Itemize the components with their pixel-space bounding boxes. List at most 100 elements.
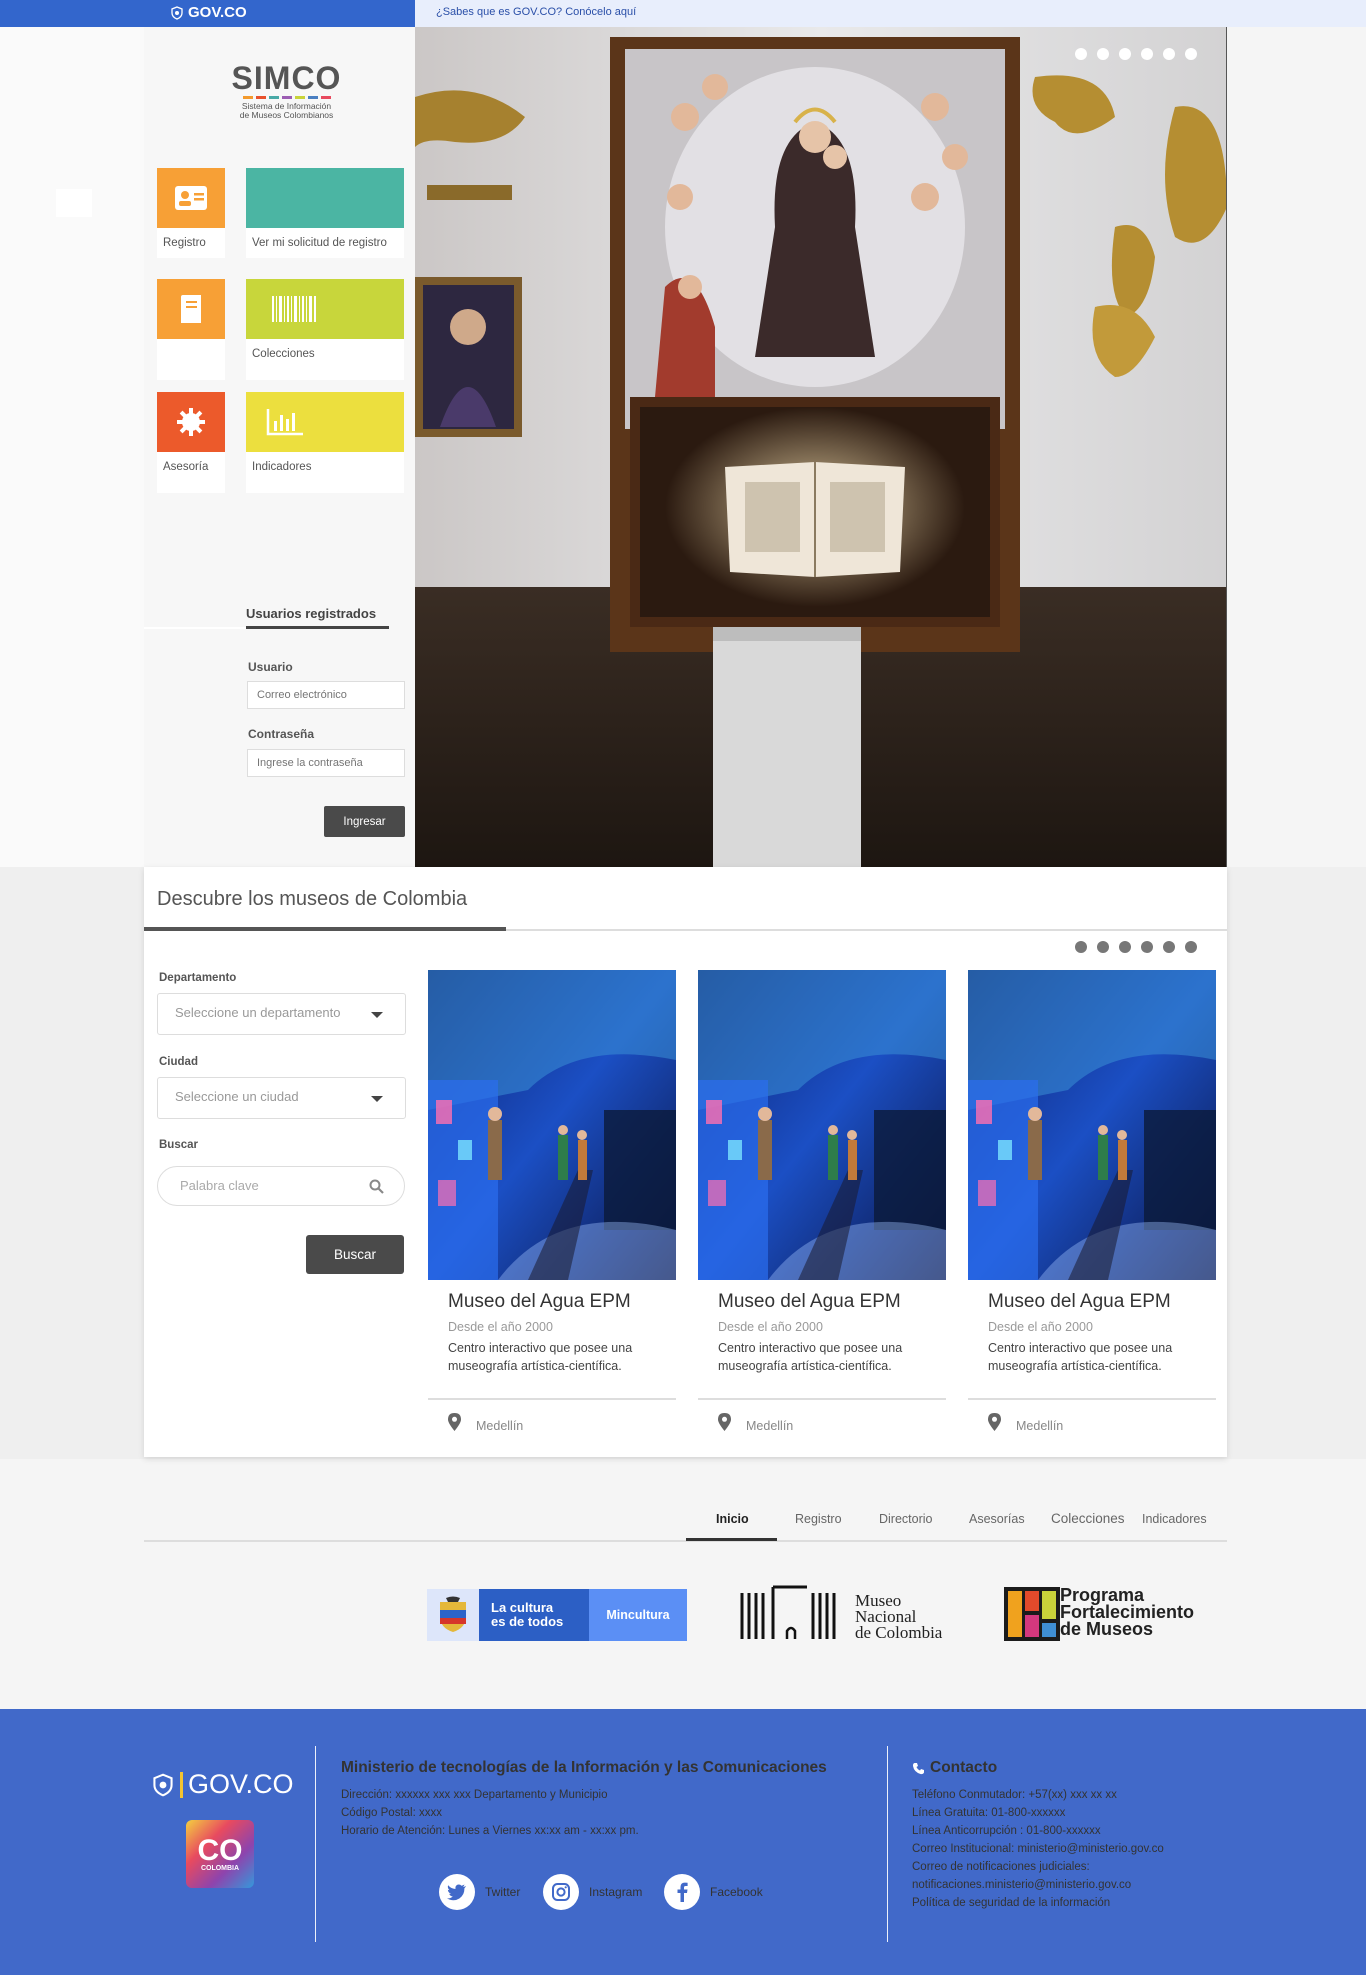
twitter-link[interactable]: Twitter bbox=[439, 1874, 520, 1910]
tile-top bbox=[157, 168, 225, 228]
museo-line3: de Colombia bbox=[855, 1623, 943, 1642]
contact-line[interactable]: notificaciones.ministerio@ministerio.gov… bbox=[912, 1876, 1131, 1894]
tile-top bbox=[246, 168, 404, 228]
museum-name[interactable]: Museo del Agua EPM bbox=[448, 1291, 631, 1313]
co-brand-text: CO bbox=[197, 1833, 243, 1867]
pagination-dot[interactable] bbox=[1075, 48, 1087, 60]
contact-line: Línea Anticorrupción : 01-800-xxxxxx bbox=[912, 1825, 1101, 1837]
login-tab[interactable]: Usuarios registrados bbox=[246, 606, 376, 621]
search-icon bbox=[369, 1179, 384, 1194]
gov-logo-text: GOV.CO bbox=[188, 4, 247, 21]
id-card-icon bbox=[175, 186, 207, 210]
museum-city: Medellín bbox=[746, 1419, 794, 1433]
twitter-label: Twitter bbox=[485, 1885, 521, 1899]
pagination-dot[interactable] bbox=[1163, 48, 1175, 60]
museum-card-divider bbox=[428, 1398, 676, 1400]
instagram-link[interactable]: Instagram bbox=[543, 1874, 642, 1910]
pagination-dot[interactable] bbox=[1119, 48, 1131, 60]
ministry-title: Ministerio de tecnologías de la Informac… bbox=[341, 1759, 827, 1776]
nav-inicio[interactable]: Inicio bbox=[716, 1512, 749, 1526]
simco-bar bbox=[255, 96, 266, 99]
pagination-dot[interactable] bbox=[1075, 941, 1087, 953]
facebook-link[interactable]: Facebook bbox=[664, 1874, 763, 1910]
pagination-dot[interactable] bbox=[1185, 48, 1197, 60]
department-label: Departamento bbox=[159, 972, 237, 984]
gov-info-link[interactable]: ¿Sabes que es GOV.CO? Conócelo aquí bbox=[436, 6, 636, 18]
programa-fortalecimiento-logo[interactable]: Programa Fortalecimiento de Museos bbox=[1004, 1586, 1204, 1643]
museum-description: Centro interactivo que posee una museogr… bbox=[988, 1341, 1173, 1373]
pagination-dot[interactable] bbox=[1119, 941, 1131, 953]
twitter-icon bbox=[439, 1874, 475, 1910]
nav-asesorias[interactable]: Asesorías bbox=[969, 1512, 1025, 1526]
gov-logo[interactable]: GOV.CO bbox=[170, 4, 247, 21]
tile-asesoria[interactable]: Asesoría bbox=[157, 392, 225, 493]
chevron-down-icon bbox=[371, 1096, 383, 1102]
tile-top bbox=[246, 279, 404, 339]
map-pin-icon bbox=[988, 1413, 1001, 1431]
user-input[interactable] bbox=[247, 681, 405, 709]
co-colombia-logo[interactable]: CO COLOMBIA bbox=[186, 1820, 254, 1888]
pagination-dot[interactable] bbox=[1097, 48, 1109, 60]
department-placeholder: Seleccione un departamento bbox=[175, 1005, 341, 1020]
pagination-dot[interactable] bbox=[1185, 941, 1197, 953]
search-button[interactable]: Buscar bbox=[306, 1235, 404, 1274]
nav-registro[interactable]: Registro bbox=[795, 1512, 842, 1526]
contact-line[interactable]: Política de seguridad de la información bbox=[912, 1894, 1110, 1912]
tile-ver-solicitud[interactable]: Ver mi solicitud de registro bbox=[246, 168, 404, 258]
simco-bar bbox=[268, 96, 279, 99]
mincultura-logo[interactable]: La cultura es de todos Mincultura bbox=[427, 1589, 687, 1641]
city-select[interactable]: Seleccione un ciudad bbox=[157, 1077, 406, 1119]
tile-top bbox=[157, 279, 225, 339]
city-placeholder: Seleccione un ciudad bbox=[175, 1089, 299, 1104]
login-divider bbox=[144, 627, 246, 629]
tile-registro[interactable]: Registro bbox=[157, 168, 225, 258]
mincultura-name: Mincultura bbox=[589, 1589, 687, 1641]
museum-city: Medellín bbox=[476, 1419, 524, 1433]
hero-pagination bbox=[1075, 48, 1197, 60]
simco-bar bbox=[307, 96, 318, 99]
simco-logo[interactable]: SIMCO Sistema de Información de Museos C… bbox=[229, 62, 344, 120]
pagination-dot[interactable] bbox=[1163, 941, 1175, 953]
museo-nacional-logo[interactable]: Museo Nacional de Colombia bbox=[739, 1585, 959, 1641]
tile-label: Registro bbox=[163, 237, 206, 249]
nav-directorio[interactable]: Directorio bbox=[879, 1512, 933, 1526]
nav-colecciones[interactable]: Colecciones bbox=[1051, 1511, 1125, 1526]
footer-gov-logo-text: GOV.CO bbox=[188, 1769, 294, 1799]
museum-image bbox=[428, 970, 676, 1280]
tile-indicadores[interactable]: Indicadores bbox=[246, 392, 404, 493]
contact-line: Línea Gratuita: 01-800-xxxxxx bbox=[912, 1807, 1066, 1819]
login-button[interactable]: Ingresar bbox=[324, 806, 405, 837]
contact-line[interactable]: Correo Institucional: ministerio@ministe… bbox=[912, 1840, 1164, 1858]
museum-card[interactable]: Museo del Agua EPM Desde el año 2000 Cen… bbox=[698, 970, 946, 1433]
search-input[interactable]: Palabra clave bbox=[157, 1166, 405, 1206]
pagination-dot[interactable] bbox=[1141, 48, 1153, 60]
nav-indicadores[interactable]: Indicadores bbox=[1142, 1512, 1207, 1526]
tile-publicaciones[interactable] bbox=[157, 279, 225, 380]
museum-pagination bbox=[1075, 941, 1197, 953]
password-input[interactable] bbox=[247, 749, 405, 777]
museum-name[interactable]: Museo del Agua EPM bbox=[718, 1291, 901, 1313]
pagination-dot[interactable] bbox=[1097, 941, 1109, 953]
tile-label: Asesoría bbox=[163, 461, 209, 473]
instagram-label: Instagram bbox=[589, 1885, 643, 1899]
tile-colecciones[interactable]: Colecciones bbox=[246, 279, 404, 380]
footer-divider-right bbox=[887, 1746, 888, 1942]
mincultura-slogan-1: La cultura bbox=[491, 1600, 554, 1615]
footer-gov-logo[interactable]: GOV.CO bbox=[151, 1769, 294, 1800]
museo-nacional-text: Museo Nacional de Colombia bbox=[855, 1592, 943, 1642]
tile-label bbox=[157, 339, 225, 348]
floating-contact-icon[interactable] bbox=[56, 189, 92, 217]
co-label-text: COLOMBIA bbox=[200, 1864, 240, 1872]
hero-carousel[interactable] bbox=[415, 27, 1227, 867]
pagination-dot[interactable] bbox=[1141, 941, 1153, 953]
ministry-postal: Código Postal: xxxx bbox=[341, 1807, 442, 1819]
museum-card[interactable]: Museo del Agua EPM Desde el año 2000 Cen… bbox=[968, 970, 1216, 1433]
hero-museum-image bbox=[415, 27, 1227, 867]
museum-image bbox=[698, 970, 946, 1280]
museum-card[interactable]: Museo del Agua EPM Desde el año 2000 Cen… bbox=[428, 970, 676, 1433]
search-label: Buscar bbox=[159, 1139, 198, 1151]
contact-line[interactable]: Correo de notificaciones judiciales: bbox=[912, 1858, 1090, 1876]
museum-name[interactable]: Museo del Agua EPM bbox=[988, 1291, 1171, 1313]
department-select[interactable]: Seleccione un departamento bbox=[157, 993, 406, 1035]
gov-logo-bar bbox=[180, 1771, 183, 1798]
